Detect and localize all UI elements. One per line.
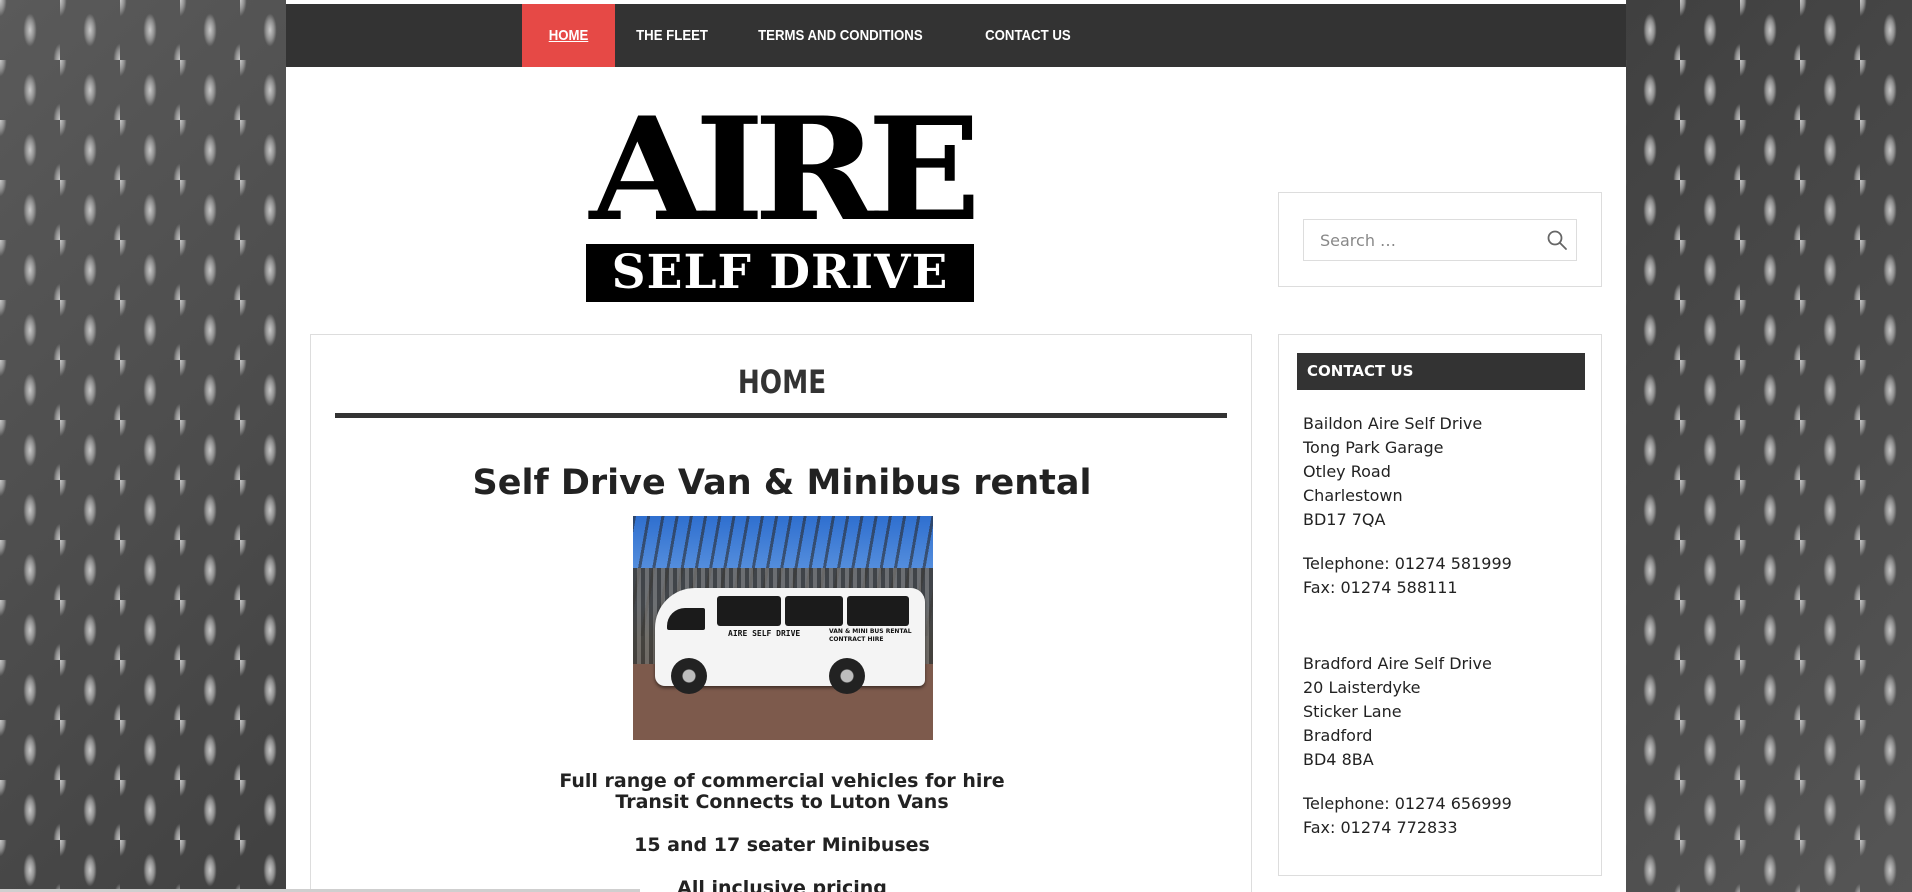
fax-number: Fax: 01274 772833 [1303,818,1458,837]
address-line: 20 Laisterdyke [1303,678,1421,697]
address-line: Baildon Aire Self Drive [1303,414,1483,433]
search-widget [1278,192,1602,287]
photo-decal-side: VAN & MINI BUS RENTAL CONTRACT HIRE [829,628,912,644]
photo-decal-side-line: CONTRACT HIRE [829,636,884,643]
address-line: Bradford [1303,726,1373,745]
nav-item-terms-and-conditions[interactable]: TERMS AND CONDITIONS [737,4,944,67]
site-logo[interactable]: AIRE SELF DRIVE [586,99,981,302]
baildon-phone-fax: Telephone: 01274 581999 Fax: 01274 58811… [1303,552,1512,600]
main-menu: HOME THE FLEET TERMS AND CONDITIONS CONT… [522,4,1101,67]
search-icon[interactable] [1546,229,1568,251]
photo-wheel [829,658,865,694]
address-line: Otley Road [1303,462,1391,481]
page-title: HOME [737,363,827,401]
contact-widget: CONTACT US Baildon Aire Self Drive Tong … [1278,334,1602,876]
nav-item-the-fleet[interactable]: THE FLEET [615,4,729,67]
address-line: Sticker Lane [1303,702,1402,721]
photo-window [847,596,909,626]
fax-number: Fax: 01274 588111 [1303,578,1458,597]
address-line: BD4 8BA [1303,750,1374,769]
main-content: HOME Self Drive Van & Minibus rental AIR… [310,334,1252,892]
photo-window [785,596,843,626]
headline: Self Drive Van & Minibus rental [472,463,1092,503]
address-line: BD17 7QA [1303,510,1386,529]
phone-number: Telephone: 01274 656999 [1303,794,1512,813]
page: HOME THE FLEET TERMS AND CONDITIONS CONT… [286,0,1626,892]
logo-wordmark: AIRE [589,87,981,253]
photo-decal: AIRE SELF DRIVE [728,629,801,638]
search-input[interactable] [1304,220,1534,260]
photo-decal-side-line: VAN & MINI BUS RENTAL [829,628,912,635]
phone-number: Telephone: 01274 581999 [1303,554,1512,573]
nav-item-contact-us[interactable]: CONTACT US [964,4,1092,67]
logo-tagline: SELF DRIVE [586,244,974,302]
baildon-address: Baildon Aire Self Drive Tong Park Garage… [1303,412,1482,532]
bradford-address: Bradford Aire Self Drive 20 Laisterdyke … [1303,652,1492,772]
title-divider [335,413,1227,418]
address-line: Charlestown [1303,486,1403,505]
top-navigation-bar: HOME THE FLEET TERMS AND CONDITIONS CONT… [286,4,1626,67]
photo-wheel [671,658,707,694]
body-line: Full range of commercial vehicles for hi… [559,770,1005,792]
body-line: Transit Connects to Luton Vans [615,791,949,813]
minibus-photo: AIRE SELF DRIVE VAN & MINI BUS RENTAL CON… [633,516,933,740]
contact-widget-title: CONTACT US [1297,353,1585,390]
address-line: Tong Park Garage [1303,438,1444,457]
search-field [1303,219,1577,261]
nav-item-home-label: HOME [548,27,589,44]
body-line: 15 and 17 seater Minibuses [634,834,930,856]
bradford-phone-fax: Telephone: 01274 656999 Fax: 01274 77283… [1303,792,1512,840]
photo-windscreen [667,608,705,630]
photo-window [717,596,781,626]
nav-item-home[interactable]: HOME [522,4,615,67]
address-line: Bradford Aire Self Drive [1303,654,1492,673]
